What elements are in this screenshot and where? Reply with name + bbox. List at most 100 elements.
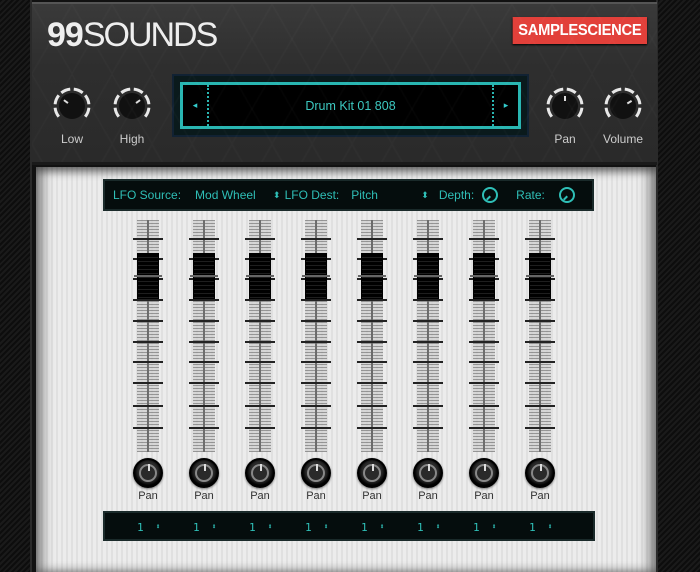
volume-fader[interactable] — [357, 220, 387, 452]
fader-tick — [133, 238, 163, 240]
channel-pan-knob[interactable] — [357, 458, 387, 488]
logo-word: SOUNDS — [82, 16, 218, 54]
channel-strip — [189, 220, 219, 452]
lfo-dest-select[interactable]: Pitch — [351, 188, 417, 202]
fader-handle[interactable] — [246, 253, 274, 299]
fader-tick — [469, 299, 499, 301]
left-rack-rail — [0, 0, 32, 572]
volume-fader[interactable] — [469, 220, 499, 452]
fader-tick — [413, 238, 443, 240]
output-select[interactable]: 1 ⬍ — [137, 521, 160, 534]
fader-tick — [413, 427, 443, 429]
fader-tick — [357, 341, 387, 343]
up-down-arrows-icon[interactable]: ⬍ — [156, 521, 161, 534]
output-select[interactable]: 1 ⬍ — [529, 521, 552, 534]
output-select[interactable]: 1 ⬍ — [249, 521, 272, 534]
up-down-arrows-icon[interactable]: ⬍ — [492, 521, 497, 534]
prev-preset-button[interactable]: ◂ — [183, 85, 209, 126]
lfo-source-spin-icon[interactable]: ⬍ — [273, 190, 281, 201]
output-value: 1 — [137, 521, 144, 534]
chevron-left-icon: ◂ — [192, 100, 198, 111]
channel-pan-group: Pan — [520, 458, 560, 502]
fader-handle[interactable] — [134, 253, 162, 299]
channel-pan-knob[interactable] — [189, 458, 219, 488]
master-pan-label: Pan — [554, 132, 576, 146]
channel-pan-knob[interactable] — [133, 458, 163, 488]
up-down-arrows-icon[interactable]: ⬍ — [380, 521, 385, 534]
fader-tick — [525, 361, 555, 363]
volume-fader[interactable] — [413, 220, 443, 452]
channel-pan-group: Pan — [240, 458, 280, 502]
up-down-arrows-icon[interactable]: ⬍ — [436, 521, 441, 534]
lfo-source-select[interactable]: Mod Wheel — [195, 188, 269, 202]
knob-scale-segment — [611, 87, 622, 95]
output-select[interactable]: 1 ⬍ — [417, 521, 440, 534]
fader-handle[interactable] — [302, 253, 330, 299]
knob-graphic — [53, 87, 91, 119]
knob-scale-segment — [83, 107, 91, 118]
high-knob[interactable] — [112, 86, 152, 126]
fader-handle[interactable] — [414, 253, 442, 299]
volume-fader[interactable] — [189, 220, 219, 452]
rate-knob[interactable] — [558, 187, 575, 203]
knob-scale-segment — [566, 87, 577, 95]
up-down-arrows-icon[interactable]: ⬍ — [548, 521, 553, 534]
channel-pan-group: Pan — [408, 458, 448, 502]
channel-pan-knob[interactable] — [469, 458, 499, 488]
channel-pan-knob[interactable] — [413, 458, 443, 488]
channel-strip — [357, 220, 387, 452]
channel-pan-label: Pan — [250, 490, 270, 502]
fader-tick — [413, 382, 443, 384]
fader-tick — [189, 341, 219, 343]
fader-tick — [525, 299, 555, 301]
output-select[interactable]: 1 ⬍ — [473, 521, 496, 534]
output-select[interactable]: 1 ⬍ — [361, 521, 384, 534]
fader-tick — [413, 299, 443, 301]
up-down-arrows-icon[interactable]: ⬍ — [268, 521, 273, 534]
channel-pan-knob[interactable] — [525, 458, 555, 488]
lfo-dest-spin-icon[interactable]: ⬍ — [421, 190, 429, 201]
preset-selector: ◂ Drum Kit 01 808 ▸ — [172, 74, 529, 137]
channel-pan-group: Pan — [464, 458, 504, 502]
fader-tick — [245, 320, 275, 322]
knob-scale-segment — [604, 107, 612, 118]
fader-tick — [133, 320, 163, 322]
channel-pan-label: Pan — [194, 490, 214, 502]
channel-pan-knob[interactable] — [301, 458, 331, 488]
plugin-window: 99SOUNDS SAMPLESCIENCE Low High ◂ Drum K… — [0, 0, 700, 572]
depth-knob[interactable] — [482, 187, 499, 203]
next-preset-button[interactable]: ▸ — [492, 85, 518, 126]
low-knob[interactable] — [52, 86, 92, 126]
up-down-arrows-icon[interactable]: ⬍ — [212, 521, 217, 534]
volume-fader[interactable] — [133, 220, 163, 452]
fader-handle[interactable] — [190, 253, 218, 299]
fader-handle[interactable] — [526, 253, 554, 299]
volume-fader[interactable] — [301, 220, 331, 452]
knob-scale-segment — [634, 107, 642, 118]
fader-handle[interactable] — [470, 253, 498, 299]
fader-handle[interactable] — [358, 253, 386, 299]
fader-tick — [469, 405, 499, 407]
logo: 99SOUNDS — [47, 16, 218, 54]
knob-scale-segment — [133, 87, 144, 95]
knob-body — [59, 93, 85, 119]
channel-pan-knob[interactable] — [245, 458, 275, 488]
preset-name[interactable]: Drum Kit 01 808 — [209, 85, 492, 126]
channel-pan-group: Pan — [296, 458, 336, 502]
fader-tick — [189, 320, 219, 322]
fader-tick — [133, 341, 163, 343]
up-down-arrows-icon[interactable]: ⬍ — [324, 521, 329, 534]
output-select[interactable]: 1 ⬍ — [305, 521, 328, 534]
volume-fader[interactable] — [245, 220, 275, 452]
output-value: 1 — [417, 521, 424, 534]
volume-fader[interactable] — [525, 220, 555, 452]
volume-knob[interactable] — [603, 86, 643, 126]
channel-strip — [245, 220, 275, 452]
channel-strip — [301, 220, 331, 452]
output-select[interactable]: 1 ⬍ — [193, 521, 216, 534]
output-value: 1 — [473, 521, 480, 534]
channel-strip — [525, 220, 555, 452]
master-pan-knob[interactable] — [545, 86, 585, 126]
rate-label: Rate: — [516, 188, 545, 202]
fader-tick — [413, 320, 443, 322]
